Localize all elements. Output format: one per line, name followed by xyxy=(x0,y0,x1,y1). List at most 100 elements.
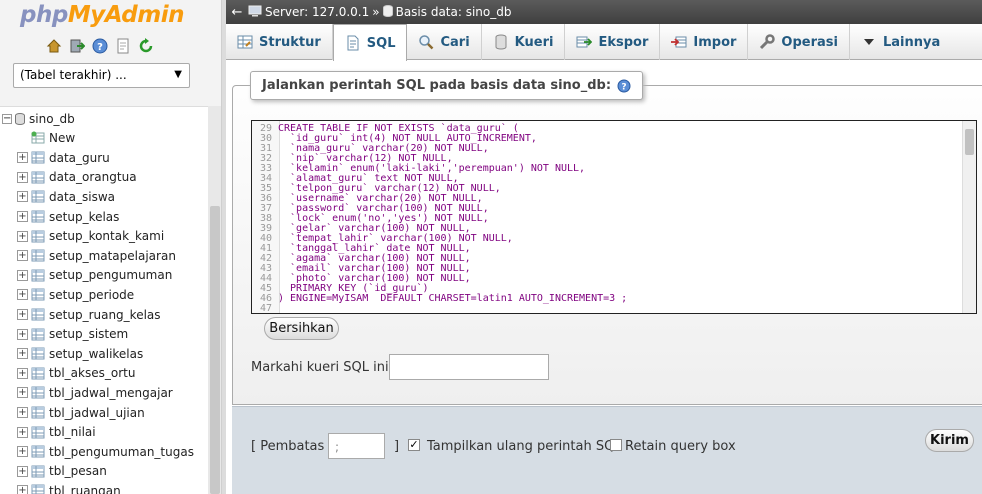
sql-query-editor[interactable]: 29 CREATE TABLE IF NOT EXISTS `data_guru`… xyxy=(251,120,977,314)
expand-icon[interactable]: + xyxy=(17,191,28,203)
retain-query-label[interactable]: Retain query box xyxy=(625,439,736,454)
tab-kueri[interactable]: Kueri xyxy=(482,24,566,60)
line-number: 47 xyxy=(259,303,272,314)
expand-icon[interactable]: + xyxy=(17,171,28,183)
retain-query-checkbox[interactable] xyxy=(610,439,622,451)
help-icon[interactable]: ? xyxy=(617,79,631,93)
tree-item-table[interactable]: + tbl_jadwal_mengajar xyxy=(0,383,173,403)
tree-item-table[interactable]: + tbl_nilai xyxy=(0,422,96,442)
table-name[interactable]: data_siswa xyxy=(49,190,115,204)
expand-icon[interactable]: + xyxy=(17,465,28,477)
clear-button[interactable]: Bersihkan xyxy=(264,317,339,340)
expand-icon[interactable]: + xyxy=(17,485,28,494)
delimiter-bracket-close: ] xyxy=(394,439,400,454)
table-name[interactable]: tbl_jadwal_mengajar xyxy=(49,386,173,400)
collapse-icon[interactable]: − xyxy=(2,113,12,124)
expand-icon[interactable]: + xyxy=(17,328,28,340)
expand-icon[interactable]: + xyxy=(17,348,28,360)
editor-scrollbar[interactable] xyxy=(962,121,976,313)
table-name[interactable]: setup_pengumuman xyxy=(49,268,172,282)
breadcrumb-database[interactable]: Basis data: sino_db xyxy=(396,5,512,19)
table-name[interactable]: setup_ruang_kelas xyxy=(49,308,161,322)
table-icon xyxy=(31,288,45,301)
tree-item-table[interactable]: + tbl_pengumuman_tugas xyxy=(0,442,194,462)
phpmyadmin-logo[interactable]: phpMyAdmin xyxy=(20,2,184,28)
tree-item-table[interactable]: + setup_pengumuman xyxy=(0,266,172,286)
table-name[interactable]: tbl_pesan xyxy=(49,464,107,478)
tab-impor[interactable]: Impor xyxy=(660,24,749,60)
tree-item-table[interactable]: + data_siswa xyxy=(0,187,115,207)
table-icon xyxy=(31,171,45,184)
table-name[interactable]: setup_kontak_kami xyxy=(49,229,164,243)
table-name[interactable]: setup_matapelajaran xyxy=(49,249,176,263)
expand-icon[interactable]: + xyxy=(17,152,28,164)
tab-sql[interactable]: SQL xyxy=(332,24,408,61)
tree-item-new[interactable]: New xyxy=(0,128,75,148)
delimiter-input[interactable]: ; xyxy=(328,433,385,459)
nav-scrollbar[interactable] xyxy=(208,106,221,494)
recent-tables-select[interactable]: (Tabel terakhir) ... ▼ xyxy=(13,63,190,88)
expand-icon[interactable]: + xyxy=(17,407,28,419)
table-name[interactable]: data_guru xyxy=(49,151,110,165)
table-icon xyxy=(31,347,45,360)
expand-icon[interactable]: + xyxy=(17,367,28,379)
table-name[interactable]: setup_periode xyxy=(49,288,134,302)
expand-icon[interactable]: + xyxy=(17,289,28,301)
tree-item-table[interactable]: + setup_kelas xyxy=(0,207,119,227)
show-query-label[interactable]: Tampilkan ulang perintah SQL xyxy=(427,439,622,454)
tab-label: Cari xyxy=(440,34,470,50)
tree-item-table[interactable]: + tbl_akses_ortu xyxy=(0,364,135,384)
show-query-checkbox[interactable]: ✓ xyxy=(408,439,420,451)
tree-item-table[interactable]: + tbl_ruangan xyxy=(0,481,121,494)
expand-icon[interactable]: + xyxy=(17,211,28,223)
expand-icon[interactable]: + xyxy=(17,446,28,458)
tree-item-table[interactable]: + data_orangtua xyxy=(0,168,137,188)
tab-cari[interactable]: Cari xyxy=(407,24,482,60)
tree-item-table[interactable]: + data_guru xyxy=(0,148,110,168)
breadcrumb-server[interactable]: Server: 127.0.0.1 xyxy=(265,5,369,19)
table-name[interactable]: tbl_jadwal_ujian xyxy=(49,406,145,420)
expand-icon[interactable]: + xyxy=(17,309,28,321)
expand-icon[interactable]: + xyxy=(17,387,28,399)
table-name[interactable]: tbl_ruangan xyxy=(49,484,121,494)
tree-item-table[interactable]: + setup_ruang_kelas xyxy=(0,305,161,325)
bookmark-input[interactable] xyxy=(389,354,549,380)
expand-icon[interactable]: + xyxy=(17,250,28,262)
tree-db-sino-db[interactable]: − sino_db xyxy=(0,109,75,129)
expand-icon[interactable]: + xyxy=(17,426,28,438)
tab-operasi[interactable]: Operasi xyxy=(748,24,850,60)
submit-button[interactable]: Kirim xyxy=(925,429,974,452)
back-arrow-icon[interactable]: ← xyxy=(226,5,248,20)
help-icon[interactable]: ? xyxy=(92,38,108,54)
chevron-down-icon: ▼ xyxy=(174,69,182,80)
tab-lainnya[interactable]: Lainnya xyxy=(850,24,951,60)
table-name[interactable]: setup_walikelas xyxy=(49,347,143,361)
breadcrumb-bar: ← Server: 127.0.0.1 » Basis data: sino_d… xyxy=(226,0,982,24)
tab-ekspor[interactable]: Ekspor xyxy=(565,24,661,60)
table-name[interactable]: tbl_nilai xyxy=(49,425,96,439)
reload-icon[interactable] xyxy=(138,38,154,54)
expand-icon[interactable]: + xyxy=(17,269,28,281)
tree-item-table[interactable]: + setup_matapelajaran xyxy=(0,246,176,266)
table-name[interactable]: setup_sistem xyxy=(49,327,128,341)
table-name[interactable]: data_orangtua xyxy=(49,170,137,184)
expand-icon[interactable]: + xyxy=(17,230,28,242)
exit-icon[interactable] xyxy=(69,38,85,54)
tree-item-table[interactable]: + setup_periode xyxy=(0,285,134,305)
navigation-panel: phpMyAdmin ? (Tabel terakhir) ... ▼ − si… xyxy=(0,0,222,494)
home-icon[interactable] xyxy=(46,38,62,54)
nav-scroll-thumb[interactable] xyxy=(210,206,220,494)
tree-item-table[interactable]: + setup_walikelas xyxy=(0,344,143,364)
table-name[interactable]: setup_kelas xyxy=(49,210,119,224)
breadcrumb: Server: 127.0.0.1 » Basis data: sino_db xyxy=(248,4,512,20)
tree-item-table[interactable]: + setup_kontak_kami xyxy=(0,226,164,246)
table-name[interactable]: tbl_pengumuman_tugas xyxy=(49,445,194,459)
tab-struktur[interactable]: Struktur xyxy=(226,24,333,60)
tree-item-table[interactable]: + setup_sistem xyxy=(0,324,128,344)
editor-scroll-thumb[interactable] xyxy=(965,129,974,155)
docs-icon[interactable] xyxy=(115,38,131,54)
tree-item-table[interactable]: + tbl_jadwal_ujian xyxy=(0,403,145,423)
tree-item-table[interactable]: + tbl_pesan xyxy=(0,462,107,482)
table-name[interactable]: tbl_akses_ortu xyxy=(49,366,135,380)
database-tree: − sino_db New + data_guru + data_orangtua + d… xyxy=(0,106,208,494)
